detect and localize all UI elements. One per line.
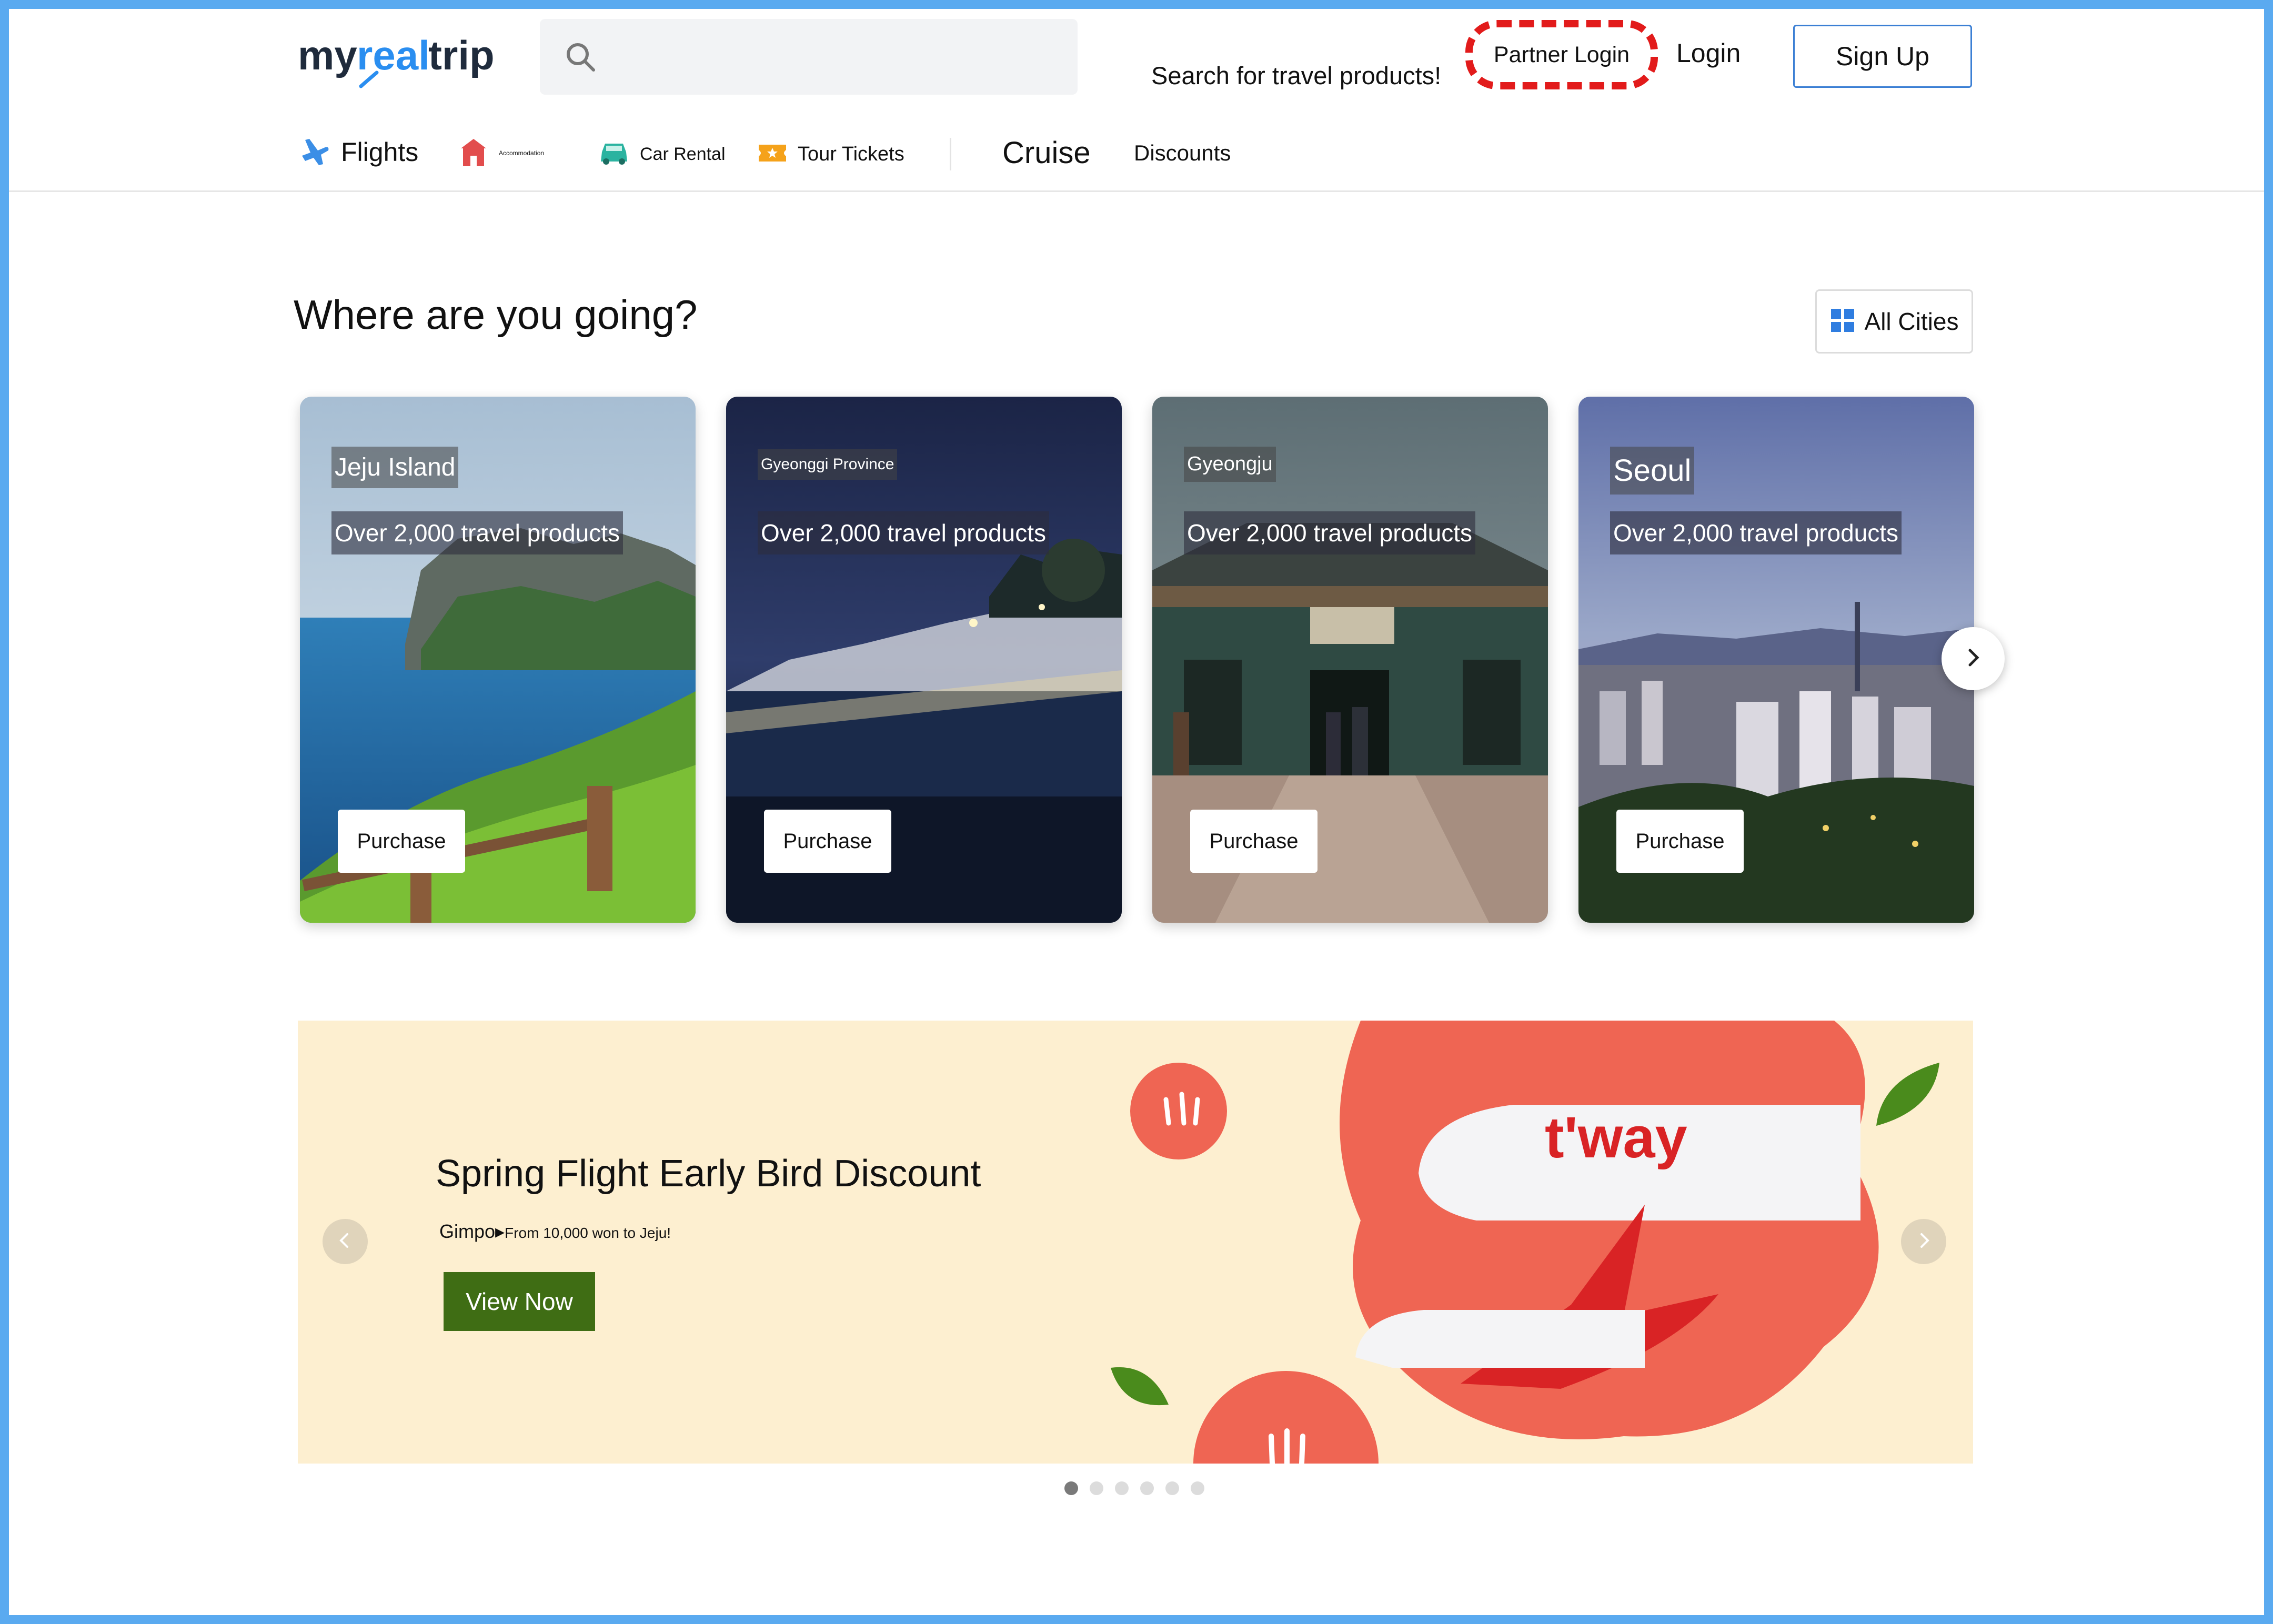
search-bar[interactable] [540,19,1605,99]
banner-next-button[interactable] [1901,1219,1946,1264]
nav-discounts[interactable]: Discounts [1134,138,1231,168]
purchase-button[interactable]: Purchase [1190,810,1317,873]
nav-car-rental[interactable]: Car Rental [599,139,726,169]
section-title: Where are you going? [294,291,698,338]
nav-divider [950,138,951,170]
chevron-left-icon [337,1232,354,1252]
nav-car-rental-label: Car Rental [640,144,726,164]
search-icon [563,39,598,74]
chevron-right-icon [1915,1232,1932,1252]
city-card-count: Over 2,000 travel products [331,511,623,554]
purchase-button[interactable]: Purchase [764,810,891,873]
chevron-right-icon [1963,647,1984,671]
all-cities-label: All Cities [1864,308,1959,335]
partner-login-link[interactable]: Partner Login [1465,20,1658,89]
nav-tour-tickets[interactable]: Tour Tickets [758,139,904,169]
nav-tour-tickets-label: Tour Tickets [798,143,904,165]
house-icon [459,137,488,170]
city-card-jeju[interactable]: Jeju Island Over 2,000 travel products P… [300,397,696,923]
banner-dot[interactable] [1165,1481,1179,1495]
banner-subtitle: Gimpo▸From 10,000 won to Jeju! [439,1220,671,1243]
carousel-next-button[interactable] [1942,627,2005,690]
city-card-seoul[interactable]: Seoul Over 2,000 travel products Purchas… [1578,397,1974,923]
city-card-gyeongju[interactable]: Gyeongju Over 2,000 travel products Purc… [1152,397,1548,923]
nav-separator [9,190,2264,192]
nav-cruise[interactable]: Cruise [1002,133,1091,173]
grid-icon [1830,308,1855,336]
city-card-count: Over 2,000 travel products [758,511,1050,554]
city-card-gyeonggi[interactable]: Gyeonggi Province Over 2,000 travel prod… [726,397,1122,923]
banner-prev-button[interactable] [323,1219,368,1264]
city-card-name: Gyeonggi Province [758,449,898,480]
arrow-icon: ▸ [495,1220,505,1242]
city-card-name: Jeju Island [331,447,459,488]
banner-dot[interactable] [1191,1481,1204,1495]
airplane-icon [298,135,330,170]
sign-up-button[interactable]: Sign Up [1793,25,1972,88]
myrealtrip-logo[interactable]: my real trip [298,32,508,89]
svg-text:t'way: t'way [1545,1105,1687,1170]
ticket-icon [758,142,787,167]
city-card-name: Seoul [1610,447,1695,495]
all-cities-button[interactable]: All Cities [1815,289,1973,354]
svg-text:my: my [298,32,357,78]
banner-origin: Gimpo [439,1220,496,1242]
nav-accommodation-label: Accommodation [499,149,545,157]
svg-text:real: real [357,32,430,78]
login-link[interactable]: Login [1676,38,1741,68]
city-card-count: Over 2,000 travel products [1610,511,1902,554]
banner-dot[interactable] [1064,1481,1078,1495]
banner-route: From 10,000 won to Jeju! [505,1225,671,1241]
purchase-button[interactable]: Purchase [1616,810,1744,873]
city-card-name: Gyeongju [1184,447,1276,482]
purchase-button[interactable]: Purchase [338,810,465,873]
banner-dot[interactable] [1090,1481,1103,1495]
banner-title: Spring Flight Early Bird Discount [436,1153,981,1195]
nav-flights[interactable]: Flights [298,134,418,170]
car-icon [599,140,629,168]
nav-flights-label: Flights [341,137,419,167]
view-now-button[interactable]: View Now [444,1272,595,1331]
city-card-count: Over 2,000 travel products [1184,511,1476,554]
svg-text:trip: trip [428,32,495,78]
nav-accommodation[interactable]: Accommodation [459,137,544,169]
banner-dot[interactable] [1140,1481,1154,1495]
banner-dot[interactable] [1115,1481,1129,1495]
